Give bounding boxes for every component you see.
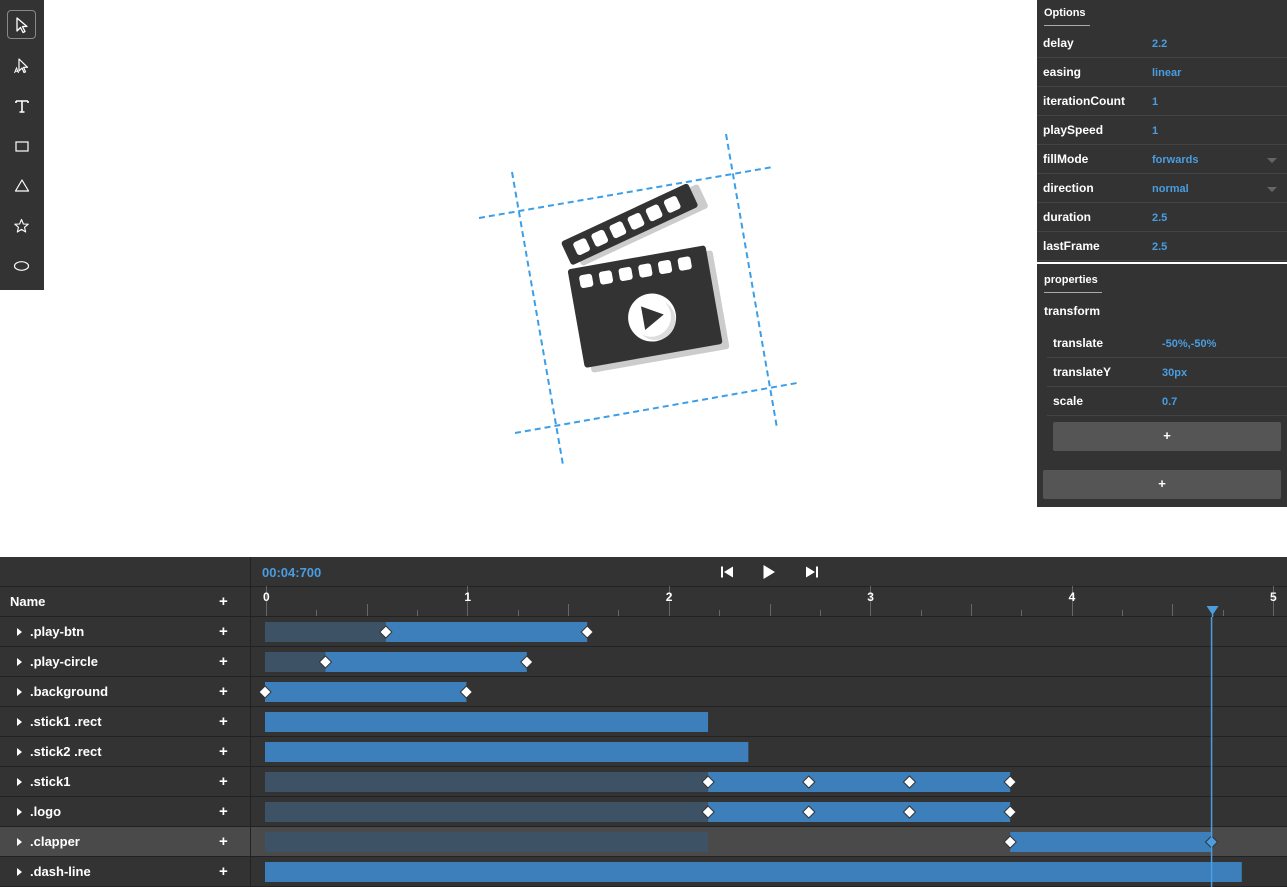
triangle-tool-icon — [14, 179, 29, 192]
option-label: lastFrame — [1043, 239, 1100, 253]
editor-root: Options delay 2.2 easing linear iterationCou… — [0, 0, 1287, 887]
option-row-iterationCount: iterationCount 1 — [1037, 87, 1287, 116]
option-row-lastFrame: lastFrame 2.5 — [1037, 232, 1287, 261]
selector-tool[interactable] — [7, 10, 36, 39]
active-range-bar[interactable] — [1010, 832, 1212, 852]
add-property-button[interactable]: + — [1043, 470, 1281, 499]
property-label: translateY — [1053, 365, 1112, 379]
rectangle-tool-icon — [14, 140, 29, 152]
option-label: playSpeed — [1043, 123, 1104, 137]
chevron-down-icon[interactable] — [1267, 158, 1277, 163]
property-label: scale — [1053, 394, 1084, 408]
skip-back-icon — [721, 566, 733, 578]
option-row-fillMode: fillMode forwards — [1037, 145, 1287, 174]
active-range-bar[interactable] — [265, 682, 467, 702]
canvas-clapper-logo[interactable] — [470, 120, 810, 480]
current-time-readout: 00:04:700 — [262, 565, 322, 580]
option-row-easing: easing linear — [1037, 58, 1287, 87]
triangle-tool[interactable] — [7, 171, 36, 200]
rectangle-tool[interactable] — [7, 131, 36, 160]
property-value-scale[interactable]: 0.7 — [1162, 396, 1177, 408]
option-row-duration: duration 2.5 — [1037, 203, 1287, 232]
chevron-down-icon[interactable] — [1267, 187, 1277, 192]
ellipse-tool-icon — [13, 260, 30, 271]
playhead-handle[interactable] — [251, 587, 1287, 617]
add-transform-property-button[interactable]: + — [1053, 422, 1281, 451]
inactive-range — [265, 772, 709, 792]
properties-title: properties — [1044, 274, 1102, 293]
property-value-translate[interactable]: -50%,-50% — [1162, 338, 1216, 350]
direct-selector-icon — [13, 57, 28, 73]
property-value-translateY[interactable]: 30px — [1162, 367, 1187, 379]
timeline-controls-bar: 00:04:700 — [250, 557, 1287, 587]
option-label: delay — [1043, 36, 1074, 50]
timeline-rows: .play-btn + .play-circle + .background + .stic… — [0, 617, 1287, 887]
playhead-marker[interactable] — [1206, 606, 1219, 615]
active-range-bar[interactable] — [385, 622, 588, 642]
option-value-lastFrame[interactable]: 2.5 — [1152, 241, 1167, 253]
prev-keyframe-button[interactable] — [716, 562, 738, 582]
property-row-translateY: translateY 30px — [1047, 358, 1287, 387]
text-tool[interactable] — [7, 91, 36, 120]
name-header-label: Name — [10, 594, 46, 609]
active-range-bar[interactable] — [325, 652, 527, 672]
time-ruler[interactable]: 012345 — [250, 586, 1287, 617]
inactive-range — [265, 802, 709, 822]
selector-icon — [15, 16, 28, 33]
option-value-direction[interactable]: normal — [1152, 183, 1189, 195]
inactive-range — [265, 622, 386, 642]
option-value-duration[interactable]: 2.5 — [1152, 212, 1167, 224]
tool-bar — [0, 0, 44, 290]
active-range-bar[interactable] — [265, 862, 1242, 882]
option-value-easing[interactable]: linear — [1152, 67, 1181, 79]
inactive-range — [265, 832, 709, 852]
text-tool-icon — [14, 99, 29, 113]
active-range-bar[interactable] — [265, 742, 749, 762]
keyframe-tracks — [258, 617, 1242, 887]
active-range-bar[interactable] — [708, 802, 1011, 822]
option-row-playSpeed: playSpeed 1 — [1037, 116, 1287, 145]
inactive-range — [265, 652, 326, 672]
option-label: iterationCount — [1043, 94, 1125, 108]
timeline-panel: 00:04:700 Name + 012345 .play-btn + .play-… — [0, 557, 1287, 887]
option-row-direction: direction normal — [1037, 174, 1287, 203]
ellipse-tool[interactable] — [7, 251, 36, 280]
option-row-delay: delay 2.2 — [1037, 29, 1287, 58]
property-label: translate — [1053, 336, 1104, 350]
properties-panel: properties transform translate -50%,-50% t… — [1037, 264, 1287, 507]
option-label: easing — [1043, 65, 1082, 79]
direct-selector-tool[interactable] — [7, 51, 36, 80]
star-tool[interactable] — [7, 211, 36, 240]
property-row-scale: scale 0.7 — [1047, 387, 1287, 416]
option-label: direction — [1043, 181, 1094, 195]
options-title: Options — [1044, 7, 1090, 26]
add-layer-button[interactable]: + — [219, 594, 228, 609]
options-panel: Options delay 2.2 easing linear iterationCou… — [1037, 0, 1287, 262]
option-value-iterationCount[interactable]: 1 — [1152, 96, 1158, 108]
option-label: duration — [1043, 210, 1091, 224]
star-tool-icon — [14, 218, 29, 233]
option-value-playSpeed[interactable]: 1 — [1152, 125, 1158, 137]
next-keyframe-button[interactable] — [801, 562, 823, 582]
active-range-bar[interactable] — [265, 712, 709, 732]
option-value-delay[interactable]: 2.2 — [1152, 38, 1167, 50]
clapper-logo-image — [478, 133, 798, 466]
active-range-bar[interactable] — [708, 772, 1011, 792]
transform-group-label[interactable]: transform — [1044, 304, 1100, 318]
skip-forward-icon — [806, 566, 818, 578]
play-icon — [763, 565, 775, 579]
timeline-corner — [0, 557, 250, 587]
property-row-translate: translate -50%,-50% — [1047, 329, 1287, 358]
track-graphics — [0, 617, 1287, 887]
option-value-fillMode[interactable]: forwards — [1152, 154, 1198, 166]
play-button[interactable] — [758, 562, 780, 582]
name-column-header: Name + — [0, 587, 250, 617]
option-label: fillMode — [1043, 152, 1089, 166]
